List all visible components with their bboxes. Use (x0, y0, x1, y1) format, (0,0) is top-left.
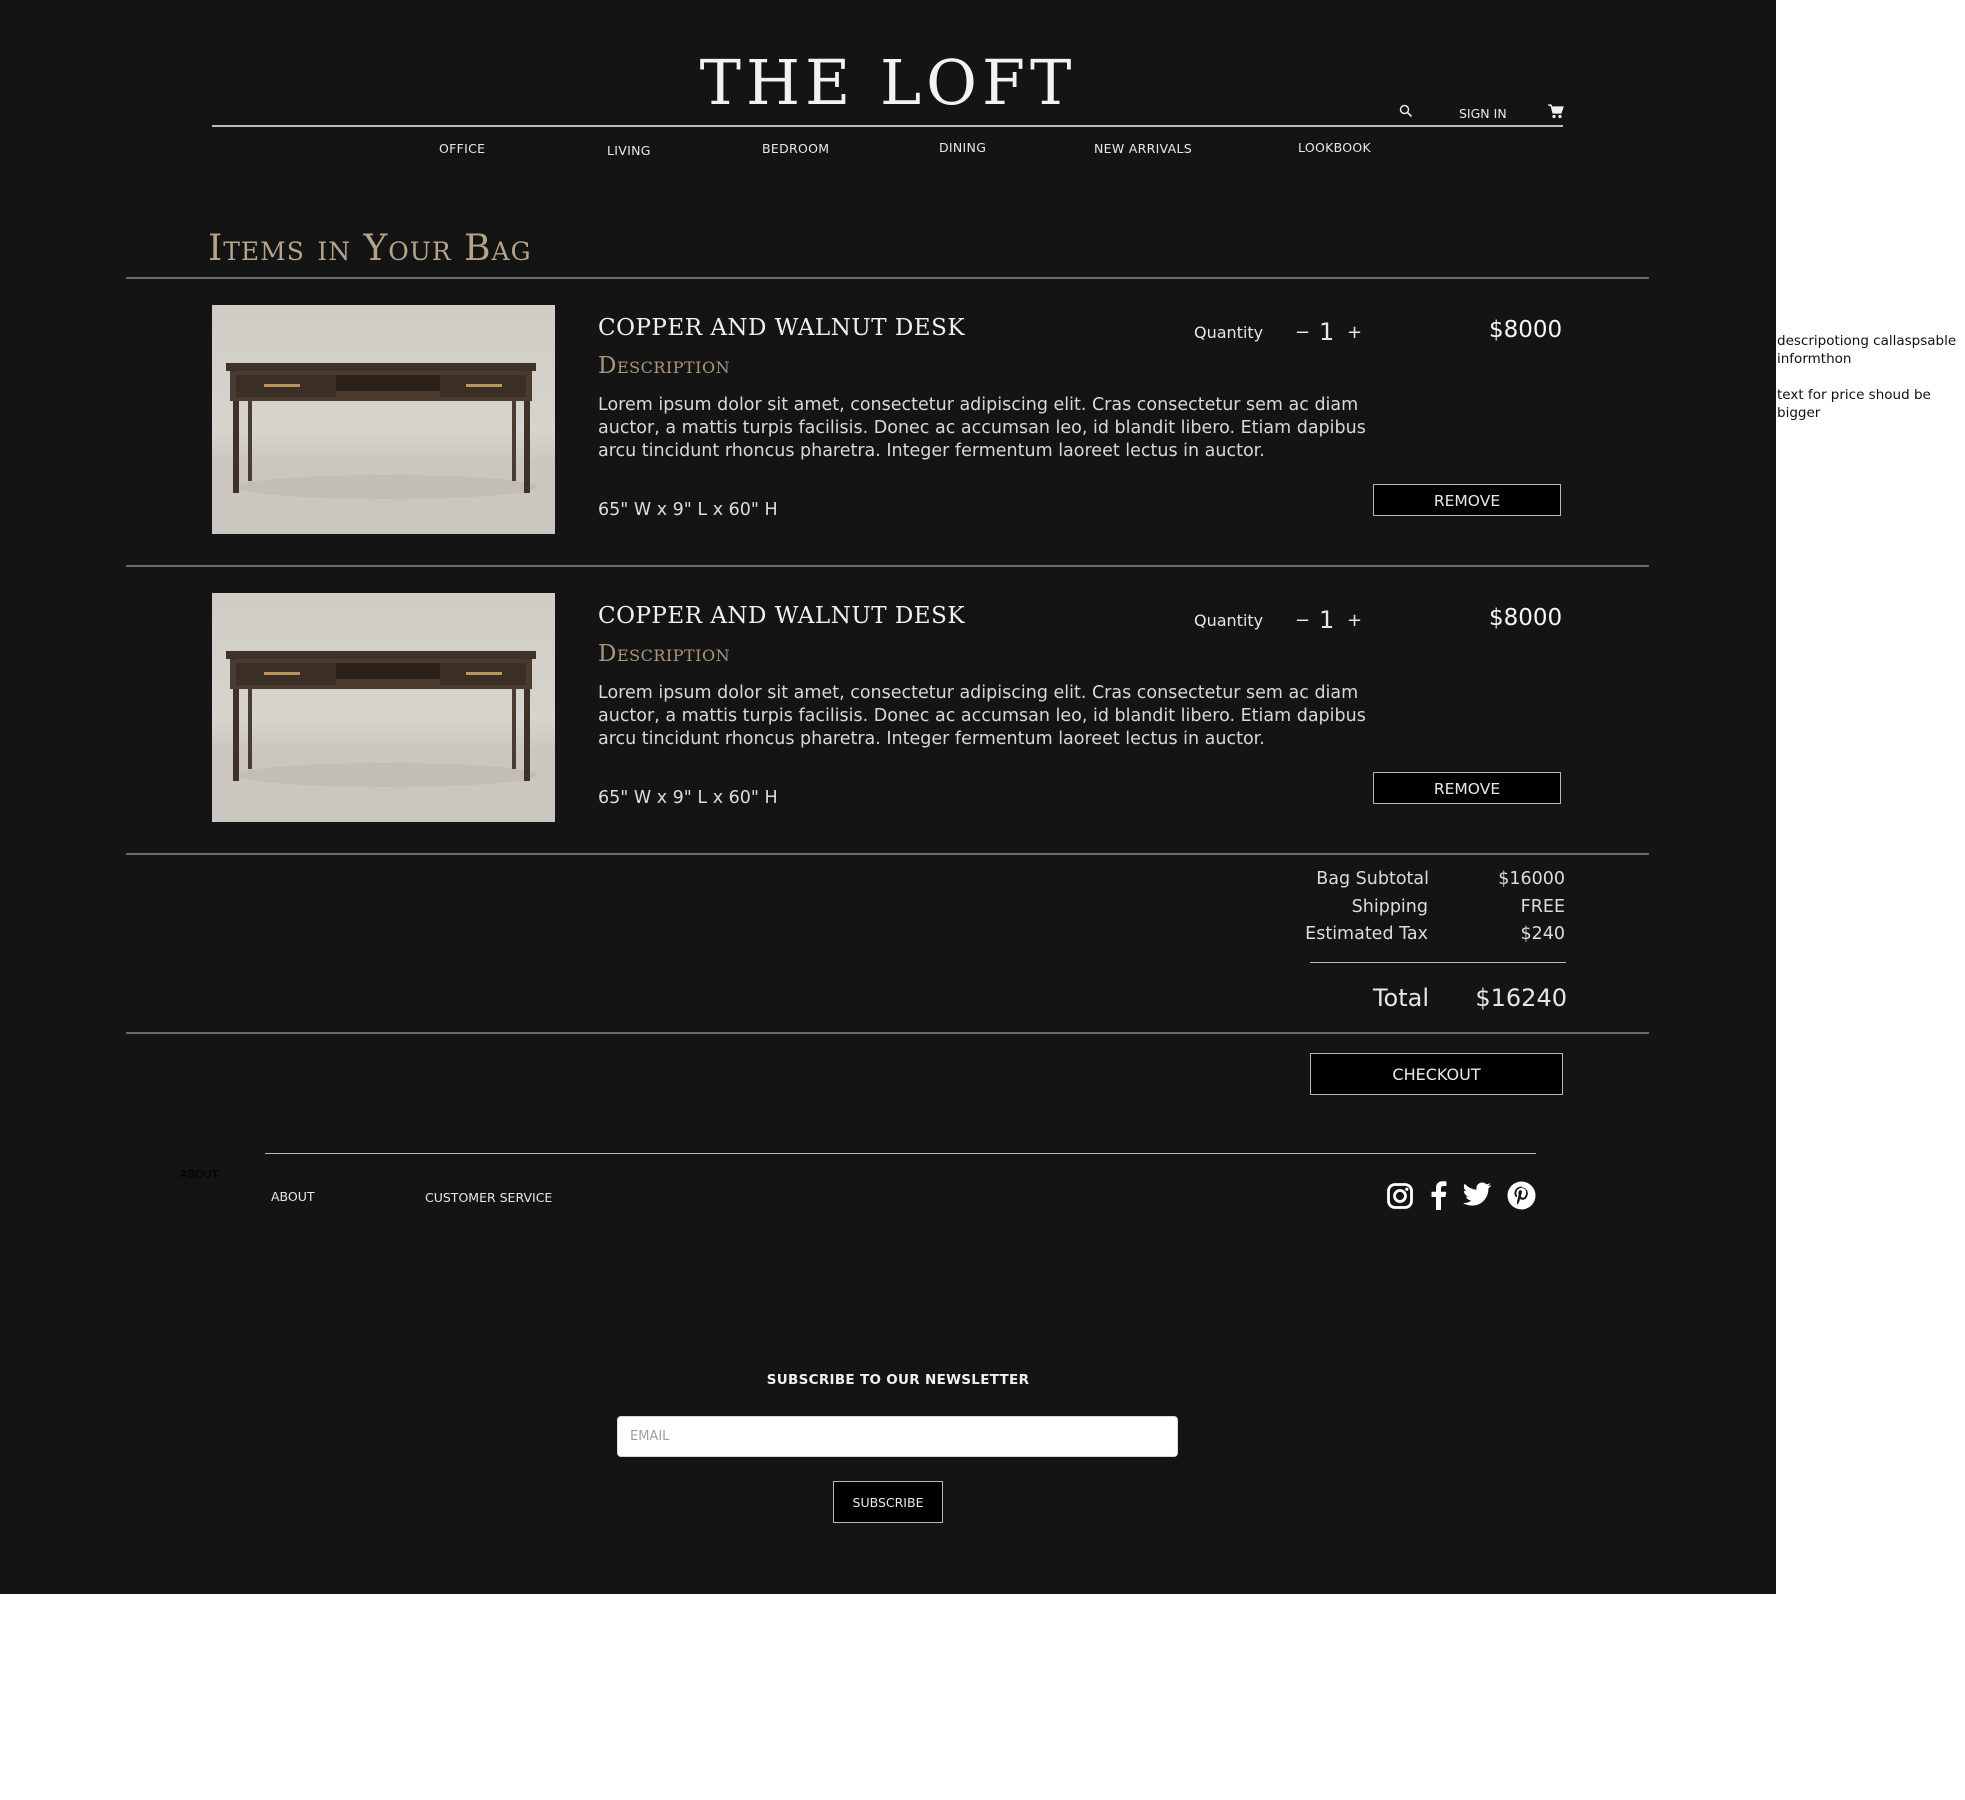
footer-about-link[interactable]: ABOUT (271, 1189, 315, 1204)
item-price: $8000 (1489, 605, 1563, 631)
quantity-label: Quantity (1194, 323, 1264, 342)
product-image[interactable] (212, 593, 555, 822)
sign-in-link[interactable]: SIGN IN (1459, 106, 1507, 121)
item-name[interactable]: COPPER AND WALNUT DESK (598, 315, 965, 341)
nav-dining[interactable]: DINING (939, 140, 986, 155)
instagram-icon[interactable] (1386, 1182, 1414, 1214)
item-price: $8000 (1489, 317, 1563, 343)
quantity-increment-button[interactable]: + (1347, 610, 1362, 631)
quantity-value: 1 (1319, 318, 1335, 346)
nav-new-arrivals[interactable]: NEW ARRIVALS (1094, 141, 1192, 156)
footer-ghost-label: ABOUT (180, 1168, 219, 1181)
annotation-note: text for price shoud be bigger (1777, 387, 1931, 421)
annotation-line: descripotiong callaspsable (1777, 333, 1957, 349)
subtotal-value: $16000 (1498, 869, 1565, 889)
subtotal-label: Bag Subtotal (1316, 869, 1429, 889)
description-toggle[interactable]: Description (598, 641, 730, 667)
shipping-value: FREE (1520, 897, 1565, 917)
twitter-icon[interactable] (1462, 1182, 1492, 1212)
summary-end-divider (126, 1032, 1649, 1034)
nav-bedroom[interactable]: BEDROOM (762, 141, 829, 156)
item-dimensions: 65" W x 9" L x 60" H (598, 788, 778, 808)
summary-divider (1310, 962, 1566, 963)
footer-customer-service-link[interactable]: CUSTOMER SERVICE (425, 1190, 552, 1205)
remove-button[interactable]: REMOVE (1373, 772, 1561, 804)
item-description: Lorem ipsum dolor sit amet, consectetur … (598, 395, 1366, 461)
item-dimensions: 65" W x 9" L x 60" H (598, 500, 778, 520)
nav-lookbook[interactable]: LOOKBOOK (1298, 140, 1371, 155)
quantity-label: Quantity (1194, 611, 1264, 630)
page-frame: THE LOFT SIGN IN OFFICE LIVING BEDROOM D… (0, 0, 1776, 1594)
nav-living[interactable]: LIVING (607, 143, 651, 158)
site-logo[interactable]: THE LOFT (0, 52, 1776, 114)
annotation-note: descripotiong callaspsable informthon (1777, 332, 1956, 368)
product-image[interactable] (212, 305, 555, 534)
newsletter-title: SUBSCRIBE TO OUR NEWSLETTER (766, 1372, 1030, 1388)
title-divider (126, 277, 1649, 279)
shipping-label: Shipping (1351, 897, 1428, 917)
footer-divider (265, 1153, 1536, 1154)
email-input[interactable] (617, 1416, 1178, 1457)
annotation-line: informthon (1777, 351, 1852, 367)
checkout-button[interactable]: CHECKOUT (1310, 1053, 1563, 1095)
tax-value: $240 (1520, 924, 1565, 944)
quantity-decrement-button[interactable]: − (1295, 322, 1310, 343)
item-divider (126, 565, 1649, 567)
pinterest-icon[interactable] (1507, 1181, 1536, 1214)
facebook-icon[interactable] (1428, 1180, 1448, 1214)
subscribe-button[interactable]: SUBSCRIBE (833, 1481, 943, 1523)
quantity-value: 1 (1319, 606, 1335, 634)
items-end-divider (126, 853, 1649, 855)
cart-icon[interactable] (1547, 103, 1564, 122)
total-label: Total (1372, 984, 1429, 1012)
remove-button[interactable]: REMOVE (1373, 484, 1561, 516)
nav-office[interactable]: OFFICE (439, 141, 485, 156)
description-toggle[interactable]: Description (598, 353, 730, 379)
quantity-increment-button[interactable]: + (1347, 322, 1362, 343)
tax-label: Estimated Tax (1305, 924, 1428, 944)
item-name[interactable]: COPPER AND WALNUT DESK (598, 603, 965, 629)
search-icon[interactable] (1399, 104, 1413, 121)
header-divider (212, 125, 1563, 127)
item-description: Lorem ipsum dolor sit amet, consectetur … (598, 683, 1366, 749)
page-title: Items in Your Bag (208, 228, 532, 269)
total-value: $16240 (1475, 984, 1567, 1012)
quantity-decrement-button[interactable]: − (1295, 610, 1310, 631)
